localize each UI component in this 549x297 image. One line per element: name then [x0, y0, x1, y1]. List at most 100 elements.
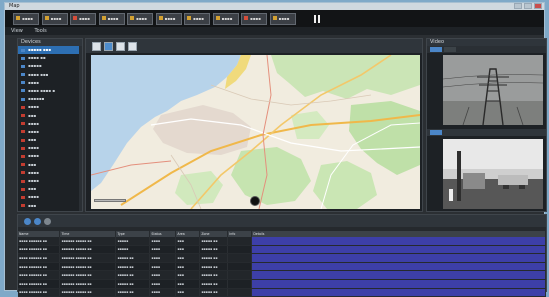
- device-icon: [21, 195, 25, 199]
- tree-item[interactable]: ▪▪▪▪: [18, 152, 82, 160]
- measure-icon[interactable]: [128, 42, 137, 51]
- video-feed-power-tower[interactable]: [443, 55, 543, 125]
- table-cell: ▪▪▪▪ ▪▪▪▪▪▪ ▪▪: [18, 253, 61, 263]
- refresh-icon[interactable]: [34, 218, 41, 225]
- camera-label: ▪▪▪▪: [221, 16, 233, 21]
- menu-item-view[interactable]: View: [11, 28, 23, 34]
- table-cell: ▪▪▪▪: [149, 237, 177, 246]
- table-row[interactable]: ▪▪▪▪ ▪▪▪▪▪▪ ▪▪ ▪▪▪▪▪▪ ▪▪▪▪▪ ▪▪ ▪▪▪▪▪ ▪▪ ▪▪▪…: [18, 253, 546, 263]
- tree-item[interactable]: ▪▪▪▪: [18, 103, 82, 111]
- hand-icon[interactable]: [92, 42, 101, 51]
- video-tab-3[interactable]: [430, 130, 442, 135]
- table-row[interactable]: ▪▪▪▪ ▪▪▪▪▪▪ ▪▪ ▪▪▪▪▪▪ ▪▪▪▪▪ ▪▪ ▪▪▪▪▪ ▪▪ ▪▪▪…: [18, 270, 546, 280]
- device-tree: ▪▪▪▪▪ ▪▪▪ ▪▪▪▪ ▪▪ ▪▪▪▪▪ ▪▪▪▪ ▪▪▪ ▪▪▪▪ ▪▪▪▪ ▪▪…: [18, 46, 82, 210]
- tree-item[interactable]: ▪▪▪: [18, 185, 82, 193]
- camera-tile[interactable]: ▪▪▪▪: [155, 13, 182, 25]
- table-row[interactable]: ▪▪▪▪ ▪▪▪▪▪▪ ▪▪ ▪▪▪▪▪▪ ▪▪▪▪▪ ▪▪ ▪▪▪▪▪ ▪▪ ▪▪▪…: [18, 279, 546, 289]
- minimize-icon[interactable]: [514, 3, 522, 9]
- camera-tile[interactable]: ▪▪▪▪: [41, 13, 68, 25]
- table-cell: [227, 237, 253, 246]
- table-cell: ▪▪▪▪: [149, 253, 177, 263]
- table-cell: ▪▪▪▪▪ ▪▪: [115, 262, 151, 272]
- table-cell: ▪▪▪▪▪▪ ▪▪▪▪▪ ▪▪: [59, 279, 117, 289]
- table-cell: ▪▪▪▪▪▪ ▪▪▪▪▪ ▪▪: [59, 237, 117, 246]
- tree-item[interactable]: ▪▪▪▪: [18, 144, 82, 152]
- select-icon[interactable]: [104, 42, 113, 51]
- settings-icon[interactable]: [44, 218, 51, 225]
- video-tab-2[interactable]: [444, 47, 456, 52]
- tree-item[interactable]: ▪▪▪▪: [18, 128, 82, 136]
- table-cell: ▪▪▪▪ ▪▪▪▪▪▪ ▪▪: [18, 270, 61, 280]
- device-icon: [21, 64, 25, 68]
- tree-item[interactable]: ▪▪▪: [18, 161, 82, 169]
- tree-item[interactable]: ▪▪▪▪▪: [18, 62, 82, 70]
- table-cell: [251, 253, 546, 263]
- tree-item[interactable]: ▪▪▪▪▪▪: [18, 95, 82, 103]
- compass-icon[interactable]: [250, 196, 260, 206]
- tree-item[interactable]: ▪▪▪▪: [18, 79, 82, 87]
- tree-item[interactable]: ▪▪▪▪: [18, 120, 82, 128]
- tree-item[interactable]: ▪▪▪▪: [18, 169, 82, 177]
- table-cell: ▪▪▪▪▪ ▪▪: [199, 262, 229, 272]
- camera-icon: [158, 16, 163, 20]
- table-row[interactable]: ▪▪▪▪ ▪▪▪▪▪▪ ▪▪ ▪▪▪▪▪▪ ▪▪▪▪▪ ▪▪ ▪▪▪▪▪ ▪▪ ▪▪▪…: [18, 262, 546, 272]
- table-cell: [227, 245, 253, 255]
- close-icon[interactable]: [534, 3, 542, 9]
- table-cell: [251, 237, 546, 246]
- table-cell: ▪▪▪▪▪ ▪▪: [199, 270, 229, 280]
- tree-item[interactable]: ▪▪▪▪ ▪▪▪▪ ▪: [18, 87, 82, 95]
- zoom-icon[interactable]: [116, 42, 125, 51]
- table-cell: ▪▪▪▪▪ ▪▪: [115, 253, 151, 263]
- camera-label: ▪▪▪▪: [278, 16, 290, 21]
- tree-item-label: ▪▪▪▪ ▪▪: [28, 55, 46, 61]
- tree-item-label: ▪▪▪▪ ▪▪▪: [28, 71, 49, 77]
- table-cell: ▪▪▪: [175, 270, 201, 280]
- tree-item[interactable]: ▪▪▪▪ ▪▪▪: [18, 71, 82, 79]
- play-icon[interactable]: [24, 218, 31, 225]
- camera-tile[interactable]: ▪▪▪▪: [184, 13, 210, 25]
- camera-tile[interactable]: ▪▪▪▪: [13, 13, 39, 25]
- table-cell: [251, 288, 546, 297]
- pause-icon[interactable]: [314, 15, 316, 23]
- tree-item[interactable]: ▪▪▪▪: [18, 193, 82, 201]
- menu-item-tools[interactable]: Tools: [34, 28, 46, 34]
- camera-tile[interactable]: ▪▪▪▪: [241, 13, 267, 25]
- device-icon: [21, 179, 25, 183]
- camera-label: ▪▪▪▪: [250, 16, 261, 21]
- tree-scrollbar[interactable]: [79, 46, 82, 211]
- table-row[interactable]: ▪▪▪▪ ▪▪▪▪▪▪ ▪▪ ▪▪▪▪▪▪ ▪▪▪▪▪ ▪▪ ▪▪▪▪▪ ▪▪▪▪ ▪▪…: [18, 237, 546, 246]
- tree-item-label: ▪▪▪▪: [28, 194, 39, 200]
- tree-item[interactable]: ▪▪▪: [18, 112, 82, 120]
- tree-item[interactable]: ▪▪▪▪: [18, 177, 82, 185]
- camera-tile[interactable]: ▪▪▪▪: [269, 13, 296, 25]
- camera-icon: [101, 16, 106, 20]
- tree-item-label: ▪▪▪▪: [28, 178, 39, 183]
- tree-item[interactable]: ▪▪▪: [18, 136, 82, 144]
- tree-item[interactable]: ▪▪▪▪▪ ▪▪▪: [18, 46, 82, 55]
- video-feed-thermal[interactable]: [443, 139, 543, 209]
- camera-tile[interactable]: ▪▪▪▪: [212, 13, 239, 25]
- video-tab-1[interactable]: [430, 47, 442, 52]
- tree-item-label: ▪▪▪▪: [28, 145, 39, 151]
- table-cell: ▪▪▪▪▪ ▪▪: [199, 245, 229, 255]
- camera-tile[interactable]: ▪▪▪▪: [70, 13, 96, 25]
- camera-icon: [130, 16, 134, 20]
- map-view[interactable]: [91, 55, 420, 209]
- video-panel-header: Video: [427, 39, 546, 46]
- table-cell: ▪▪▪▪▪ ▪▪: [199, 253, 229, 263]
- table-row[interactable]: ▪▪▪▪ ▪▪▪▪▪▪ ▪▪ ▪▪▪▪▪▪ ▪▪▪▪▪ ▪▪ ▪▪▪▪▪ ▪▪▪▪ ▪▪…: [18, 245, 546, 255]
- camera-icon: [16, 16, 20, 20]
- device-icon: [21, 154, 25, 158]
- camera-tile[interactable]: ▪▪▪▪: [98, 13, 125, 25]
- tree-item[interactable]: ▪▪▪▪ ▪▪: [18, 54, 82, 62]
- maximize-icon[interactable]: [524, 3, 532, 9]
- camera-label: ▪▪▪▪: [193, 16, 204, 21]
- tree-item[interactable]: ▪▪▪: [18, 202, 82, 210]
- device-icon: [21, 97, 25, 101]
- table-cell: ▪▪▪: [175, 288, 201, 297]
- camera-tile[interactable]: ▪▪▪▪: [127, 13, 153, 25]
- video-separator: [427, 129, 546, 136]
- tree-item-label: ▪▪▪▪: [28, 104, 39, 110]
- tree-item-label: ▪▪▪▪: [28, 153, 39, 159]
- table-row[interactable]: ▪▪▪▪ ▪▪▪▪▪▪ ▪▪ ▪▪▪▪▪▪ ▪▪▪▪▪ ▪▪ ▪▪▪▪▪ ▪▪ ▪▪▪…: [18, 288, 546, 297]
